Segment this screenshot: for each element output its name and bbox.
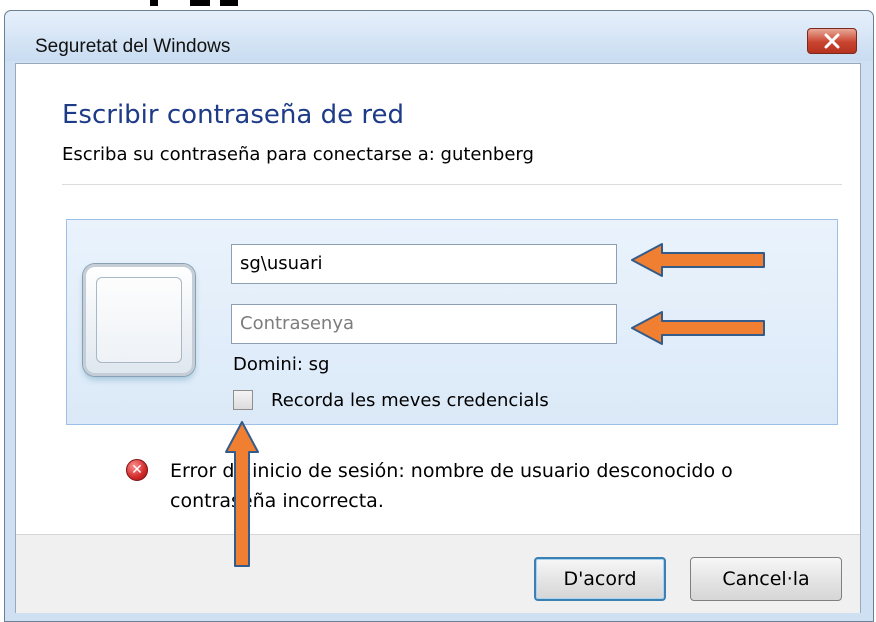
arrow-password-annotation <box>631 311 765 345</box>
remember-checkbox[interactable] <box>233 390 253 410</box>
domain-label: Domini: sg <box>233 354 330 375</box>
ok-button[interactable]: D'acord <box>534 557 666 601</box>
close-button[interactable] <box>807 28 857 54</box>
close-icon <box>824 33 840 49</box>
top-mark <box>220 0 238 6</box>
password-input[interactable]: Contrasenya <box>231 304 617 344</box>
arrow-checkbox-annotation <box>225 421 259 567</box>
arrow-username-annotation <box>631 243 765 277</box>
top-mark <box>190 0 210 6</box>
error-x-icon: ✕ <box>126 459 148 481</box>
error-text: Error de inicio de sesión: nombre de usu… <box>170 460 733 512</box>
button-bar: D'acord Cancel·la <box>16 534 860 613</box>
window-title: Seguretat del Windows <box>35 36 231 57</box>
avatar-frame <box>96 277 182 363</box>
user-avatar <box>83 264 195 376</box>
title-bar: Seguretat del Windows <box>5 11 873 61</box>
username-input[interactable]: sg\usuari <box>231 244 617 284</box>
dialog-subheading: Escriba su contraseña para conectarse a:… <box>62 144 534 165</box>
cancel-button[interactable]: Cancel·la <box>690 557 842 601</box>
remember-credentials[interactable]: Recorda les meves credencials <box>233 388 549 412</box>
divider <box>62 184 842 185</box>
dialog-heading: Escribir contraseña de red <box>62 100 404 130</box>
top-mark <box>150 0 158 6</box>
remember-label: Recorda les meves credencials <box>271 389 549 411</box>
top-border-artifacts <box>0 0 876 10</box>
